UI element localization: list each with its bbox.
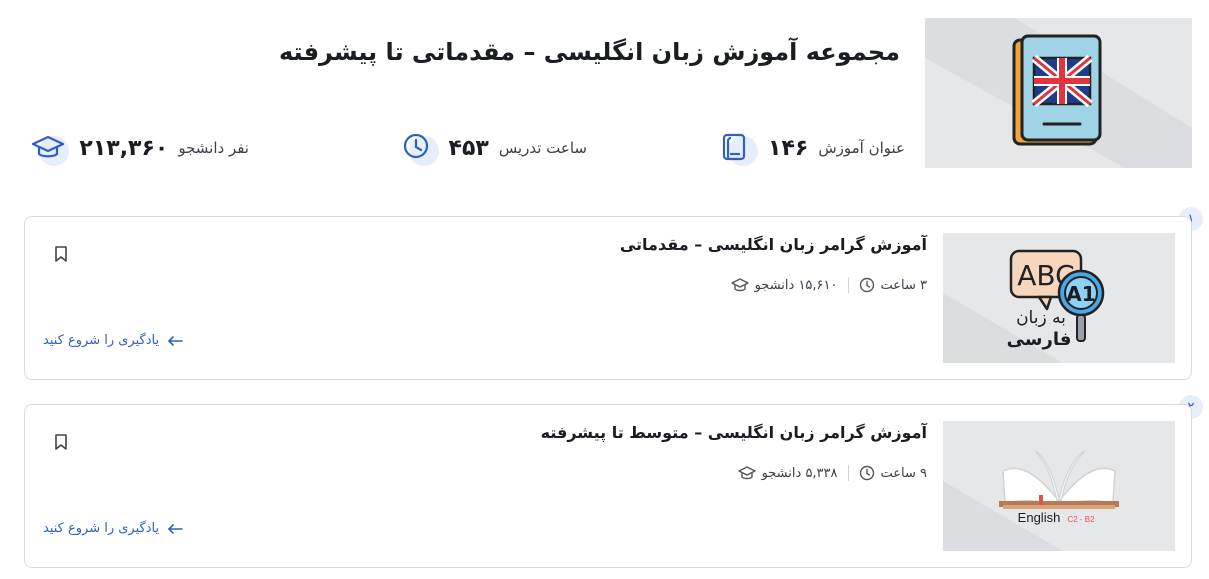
course-duration: ۳ ساعت — [880, 277, 928, 293]
abc-a1-thumbnail: ABC A1 به زبان فارسی — [943, 249, 1105, 363]
course-card[interactable]: ABC A1 به زبان فارسی آموزش گرامر زبان ان… — [24, 216, 1192, 380]
open-book-english-thumbnail: English C2 - B2 — [943, 450, 1119, 551]
stat-courses-label: عنوان آموزش — [818, 139, 905, 157]
course-duration: ۹ ساعت — [880, 465, 928, 481]
clock-icon — [859, 465, 874, 481]
svg-text:به زبان: به زبان — [1016, 308, 1066, 328]
stat-hours: ۴۵۳ ساعت تدریس — [401, 130, 587, 166]
arrow-left-icon — [168, 523, 183, 534]
bookmark-icon[interactable] — [53, 245, 69, 263]
union-jack-book-icon — [1012, 34, 1102, 146]
collection-thumbnail — [925, 18, 1192, 168]
collection-title: مجموعه آموزش زبان انگلیسی – مقدماتی تا پ… — [278, 38, 900, 66]
course-title[interactable]: آموزش گرامر زبان انگلیسی – مقدماتی — [620, 235, 927, 254]
start-learning-label: یادگیری را شروع کنید — [43, 521, 160, 536]
course-students: ۵,۳۳۸ دانشجو — [761, 465, 838, 481]
graduation-cap-icon — [730, 278, 749, 292]
course-students: ۱۵,۶۱۰ دانشجو — [754, 277, 838, 293]
svg-text:English: English — [1018, 510, 1061, 525]
clock-icon — [401, 130, 439, 166]
stat-hours-value: ۴۵۳ — [448, 135, 489, 161]
course-meta: ۵,۳۳۸ دانشجو ۹ ساعت — [737, 465, 928, 481]
stat-hours-label: ساعت تدریس — [498, 139, 587, 157]
stat-courses-value: ۱۴۶ — [768, 135, 809, 161]
course-thumbnail[interactable]: English C2 - B2 — [943, 421, 1175, 551]
course-meta: ۱۵,۶۱۰ دانشجو ۳ ساعت — [730, 277, 928, 293]
start-learning-link[interactable]: یادگیری را شروع کنید — [43, 333, 183, 348]
stat-students-value: ۲۱۳,۳۶۰ — [79, 135, 169, 161]
course-thumbnail[interactable]: ABC A1 به زبان فارسی — [943, 233, 1175, 363]
course-card[interactable]: English C2 - B2 آموزش گرامر زبان انگلیسی… — [24, 404, 1192, 568]
svg-text:A1: A1 — [1066, 282, 1095, 306]
stat-courses: ۱۴۶ عنوان آموزش — [720, 130, 905, 166]
book-icon — [720, 130, 759, 166]
start-learning-label: یادگیری را شروع کنید — [43, 333, 160, 348]
svg-text:C2 - B2: C2 - B2 — [1067, 515, 1095, 524]
clock-icon — [859, 277, 874, 293]
graduation-cap-icon — [31, 130, 70, 166]
stat-students: ۲۱۳,۳۶۰ نفر دانشجو — [31, 130, 249, 166]
graduation-cap-icon — [737, 466, 756, 480]
svg-text:فارسی: فارسی — [1007, 329, 1072, 350]
course-title[interactable]: آموزش گرامر زبان انگلیسی – متوسط تا پیشر… — [541, 423, 927, 442]
stat-students-label: نفر دانشجو — [178, 139, 249, 157]
start-learning-link[interactable]: یادگیری را شروع کنید — [43, 521, 183, 536]
arrow-left-icon — [168, 335, 183, 346]
bookmark-icon[interactable] — [53, 433, 69, 451]
